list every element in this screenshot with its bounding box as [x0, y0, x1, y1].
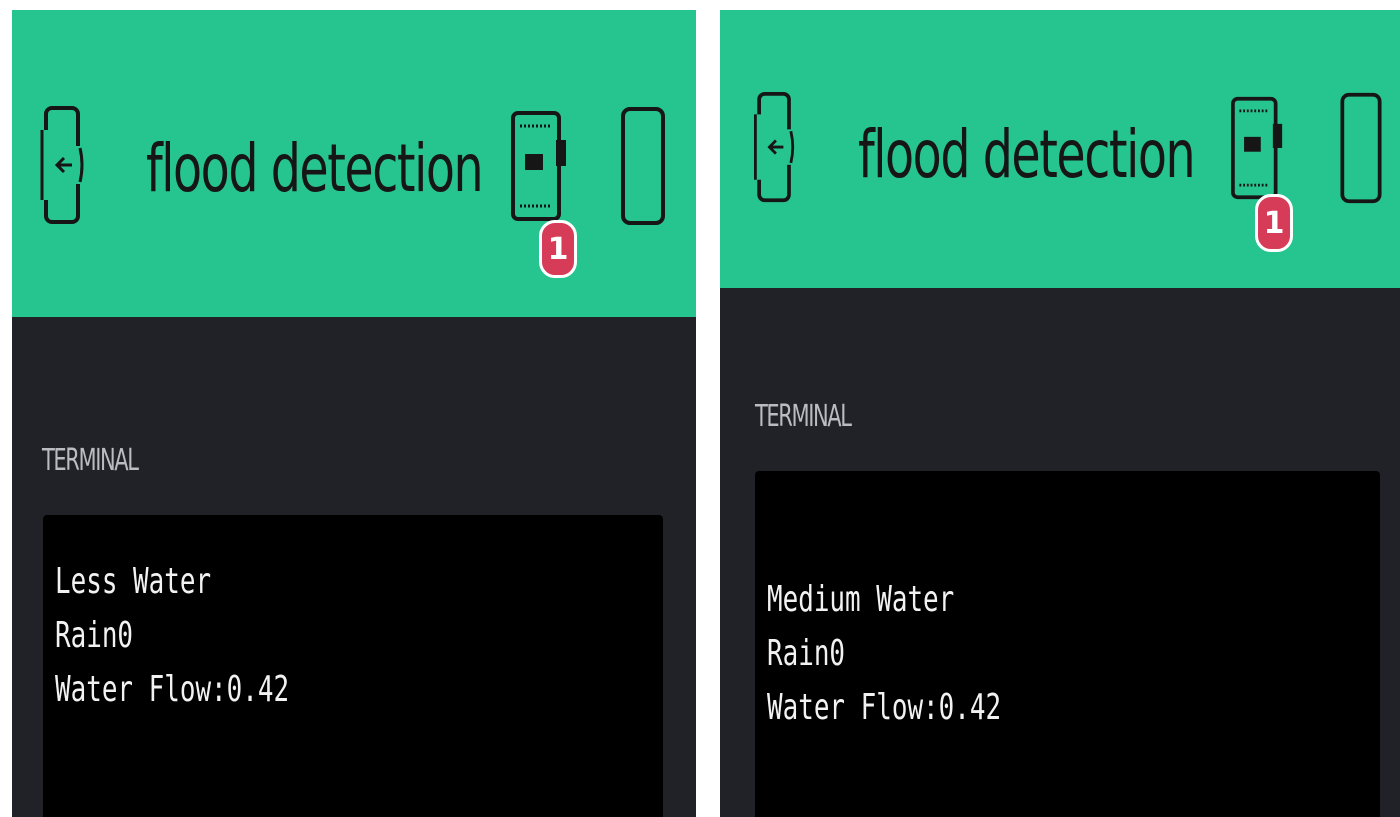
terminal-label: TERMINAL: [755, 399, 852, 434]
profile-device-icon[interactable]: [1338, 92, 1384, 204]
terminal-lines: Medium Water Rain0 Water Flow:0.42: [767, 573, 1001, 735]
back-exit-icon[interactable]: [38, 106, 88, 226]
terminal-line: Less Water: [55, 561, 212, 602]
terminal-line: Rain0: [767, 633, 846, 674]
profile-device-icon[interactable]: [620, 106, 666, 226]
page-title: flood detection: [858, 116, 1196, 193]
device-board-icon[interactable]: [1228, 96, 1288, 200]
terminal-line: Medium Water: [767, 579, 955, 620]
terminal-lines: Less Water Rain0 Water Flow:0.42: [55, 555, 289, 717]
terminal-output[interactable]: Less Water Rain0 Water Flow:0.42: [43, 515, 663, 817]
page-title: flood detection: [146, 130, 484, 207]
device-board-icon[interactable]: [510, 110, 570, 222]
app-header: flood detection 1: [12, 10, 696, 317]
app-header: flood detection 1: [720, 10, 1400, 288]
terminal-line: Water Flow:0.42: [55, 669, 290, 710]
device-count-badge: 1: [539, 220, 577, 278]
terminal-line: Water Flow:0.42: [767, 687, 1002, 728]
app-screen-left: flood detection 1 TERMINAL Less Water Ra…: [12, 10, 696, 817]
terminal-output[interactable]: Medium Water Rain0 Water Flow:0.42: [755, 471, 1380, 817]
app-screen-right: flood detection 1 TERMINAL Medium Water …: [720, 10, 1400, 817]
back-exit-icon[interactable]: [750, 92, 800, 204]
terminal-label: TERMINAL: [42, 443, 139, 478]
terminal-line: Rain0: [55, 615, 134, 656]
device-count-badge: 1: [1255, 194, 1293, 252]
